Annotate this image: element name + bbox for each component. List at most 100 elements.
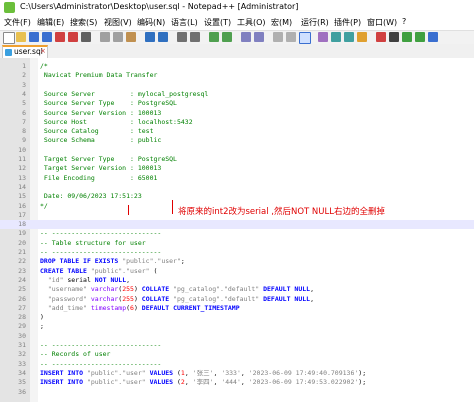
code-line[interactable]: 30 — [0, 332, 474, 341]
menu-window[interactable]: 窗口(W) — [367, 17, 397, 28]
close-all-icon[interactable] — [68, 32, 78, 42]
code-line[interactable]: 11 Target Server Type : PostgreSQL — [0, 155, 474, 164]
code-line[interactable]: 22 DROP TABLE IF EXISTS "public"."user"; — [0, 257, 474, 266]
code-line[interactable]: 34 INSERT INTO "public"."user" VALUES (1,… — [0, 369, 474, 378]
title-bar: C:\Users\Administrator\Desktop\user.sql … — [0, 0, 474, 17]
code-line[interactable]: 29; — [0, 322, 474, 331]
code-line[interactable]: 18 — [0, 220, 474, 229]
save-macro-icon[interactable] — [428, 32, 438, 42]
menu-plugins[interactable]: 插件(P) — [334, 17, 361, 28]
toolbar — [0, 30, 474, 45]
menu-edit[interactable]: 编辑(E) — [37, 17, 64, 28]
line-number: 16 — [18, 201, 26, 210]
code-token: "pg_catalog"."default" — [173, 294, 260, 303]
sync-vertical-icon[interactable] — [241, 32, 251, 42]
redo-icon[interactable] — [158, 32, 168, 42]
tab-user-sql[interactable]: user.sql × — [2, 45, 48, 58]
line-number: 18 — [18, 220, 26, 229]
window-title: C:\Users\Administrator\Desktop\user.sql … — [20, 2, 299, 11]
menu-help[interactable]: ? — [402, 17, 406, 26]
code-line[interactable]: 20 -- Table structure for user — [0, 239, 474, 248]
code-line[interactable]: 21 -- ---------------------------- — [0, 248, 474, 257]
zoom-out-icon[interactable] — [222, 32, 232, 42]
tab-bar: user.sql × — [0, 44, 474, 59]
code-line[interactable]: 31 -- ---------------------------- — [0, 341, 474, 350]
code-line[interactable]: 23 CREATE TABLE "public"."user" ( — [0, 267, 474, 276]
code-line[interactable]: 12 Target Server Version : 100013 — [0, 164, 474, 173]
code-line[interactable]: 19 -- ---------------------------- — [0, 229, 474, 238]
undo-icon[interactable] — [145, 32, 155, 42]
code-line[interactable]: 5 Source Server Type : PostgreSQL — [0, 99, 474, 108]
menu-search[interactable]: 搜索(S) — [70, 17, 97, 28]
stop-macro-icon[interactable] — [389, 32, 399, 42]
code-line[interactable]: 7 Source Host : localhost:5432 — [0, 118, 474, 127]
code-text: -- Table structure for user — [40, 239, 146, 248]
code-line[interactable]: 36 — [0, 388, 474, 397]
code-line[interactable]: 3 — [0, 81, 474, 90]
code-text: Target Server Version : 100013 — [40, 164, 161, 173]
replace-icon[interactable] — [190, 32, 200, 42]
close-icon[interactable] — [55, 32, 65, 42]
code-line[interactable]: 24 "id" serial NOT NULL, — [0, 276, 474, 285]
find-icon[interactable] — [177, 32, 187, 42]
code-line[interactable]: 35 INSERT INTO "public"."user" VALUES (2,… — [0, 378, 474, 387]
code-line[interactable]: 26 "password" varchar(255) COLLATE "pg_c… — [0, 295, 474, 304]
menu-run[interactable]: 运行(R) — [301, 17, 329, 28]
code-line[interactable]: 2 Navicat Premium Data Transfer — [0, 71, 474, 80]
code-token: "password" — [40, 294, 87, 303]
menu-view[interactable]: 视图(V) — [104, 17, 132, 28]
paste-icon[interactable] — [126, 32, 136, 42]
code-line[interactable]: 27 "add_time" timestamp(6) DEFAULT CURRE… — [0, 304, 474, 313]
code-line[interactable]: 32 -- Records of user — [0, 350, 474, 359]
show-all-chars-icon[interactable] — [286, 32, 296, 42]
code-token: CREATE TABLE — [40, 266, 91, 275]
menu-file[interactable]: 文件(F) — [4, 17, 31, 28]
play-macro-icon[interactable] — [402, 32, 412, 42]
code-token: Target Server Version : 100013 — [40, 164, 162, 173]
code-line[interactable]: 8 Source Catalog : test — [0, 127, 474, 136]
folder-workspace-icon[interactable] — [357, 32, 367, 42]
code-line[interactable]: 10 — [0, 146, 474, 155]
code-line[interactable]: 33 -- ---------------------------- — [0, 360, 474, 369]
tab-close-icon[interactable]: × — [40, 47, 46, 55]
code-token: ); — [358, 368, 367, 377]
code-token: Navicat Premium Data Transfer — [40, 71, 158, 80]
code-line[interactable]: 6 Source Server Version : 100013 — [0, 109, 474, 118]
code-line[interactable]: 4 Source Server : mylocal_postgresql — [0, 90, 474, 99]
code-editor[interactable]: 1/* 2 Navicat Premium Data Transfer 3 4 Sou… — [0, 58, 474, 402]
word-wrap-icon[interactable] — [273, 32, 283, 42]
doc-map-icon[interactable] — [331, 32, 341, 42]
code-line[interactable]: 15 Date: 09/06/2023 17:51:23 — [0, 192, 474, 201]
line-number: 24 — [18, 275, 26, 284]
language-icon[interactable] — [318, 32, 328, 42]
menu-tools[interactable]: 工具(O) — [237, 17, 266, 28]
cut-icon[interactable] — [100, 32, 110, 42]
print-icon[interactable] — [81, 32, 91, 42]
open-file-icon[interactable] — [16, 32, 26, 42]
code-line[interactable]: 13 File Encoding : 65001 — [0, 174, 474, 183]
code-line[interactable]: 14 — [0, 183, 474, 192]
sync-horizontal-icon[interactable] — [254, 32, 264, 42]
code-line[interactable]: 28) — [0, 313, 474, 322]
code-token: Source Host : localhost:5432 — [40, 117, 193, 126]
copy-icon[interactable] — [113, 32, 123, 42]
code-line[interactable]: 25 "username" varchar(255) COLLATE "pg_c… — [0, 285, 474, 294]
menu-language[interactable]: 语言(L) — [171, 17, 198, 28]
line-number: 23 — [18, 266, 26, 275]
menu-macro[interactable]: 宏(M) — [271, 17, 292, 28]
indent-guide-icon[interactable] — [299, 32, 311, 44]
save-all-icon[interactable] — [42, 32, 52, 42]
run-macro-multiple-icon[interactable] — [415, 32, 425, 42]
menu-settings[interactable]: 设置(T) — [204, 17, 231, 28]
code-line[interactable]: 9 Source Schema : public — [0, 136, 474, 145]
new-file-icon[interactable] — [3, 32, 15, 44]
code-token: Source Schema : public — [40, 136, 162, 145]
code-text: DROP TABLE IF EXISTS "public"."user"; — [40, 257, 185, 266]
code-line[interactable]: 1 /* — [0, 62, 474, 71]
code-text: */ — [40, 202, 48, 211]
record-macro-icon[interactable] — [376, 32, 386, 42]
save-icon[interactable] — [29, 32, 39, 42]
menu-encoding[interactable]: 编码(N) — [137, 17, 165, 28]
zoom-in-icon[interactable] — [209, 32, 219, 42]
function-list-icon[interactable] — [344, 32, 354, 42]
